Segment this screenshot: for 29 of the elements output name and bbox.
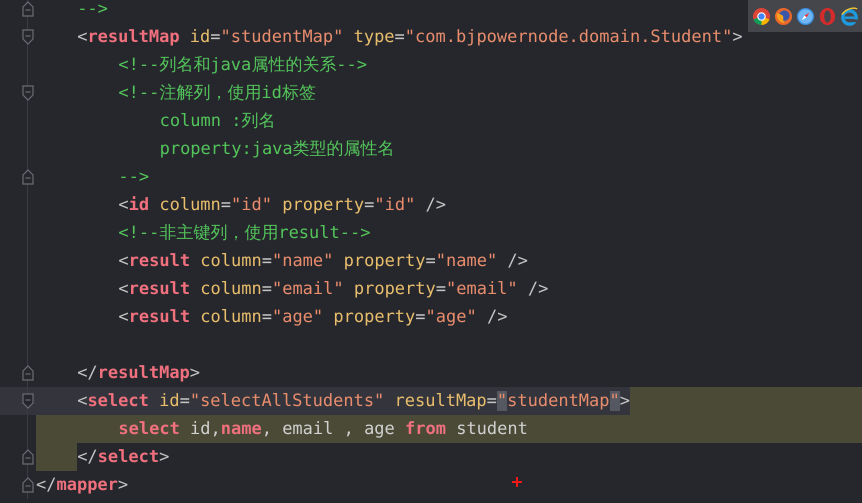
code-line: <resultMap id="studentMap" type="com.bjpowernode.domain.Student"> [77,26,743,49]
code-line: <result column="name" property="name" /> [118,250,528,273]
code-line: column :列名 [160,110,276,133]
code-line: property:java类型的属性名 [160,138,395,161]
code-line: <select id="selectAllStudents" resultMap="studentMap"> [77,390,630,413]
fold-icon[interactable] [22,169,34,185]
code-line: </mapper> [36,474,128,497]
fold-icon[interactable] [22,85,34,101]
fold-icon[interactable] [22,393,34,409]
code-line: <result column="age" property="age" /> [118,306,508,329]
code-line: --> [118,166,150,189]
code-line: <result column="email" property="email" /> [118,278,548,301]
browser-icon[interactable] [752,6,770,26]
fold-icon[interactable] [22,449,34,465]
fold-icon[interactable] [22,477,34,493]
code-line: </select> [77,446,170,469]
code-line: --> [77,0,108,21]
browser-icon[interactable] [774,6,792,26]
code-line: <!--注解列，使用id标签 [118,82,316,105]
code-line: </resultMap> [77,362,200,385]
fold-icon[interactable] [22,1,34,17]
compass-icon[interactable] [796,6,814,26]
fold-icon[interactable] [22,365,34,381]
letter-e-icon[interactable] [840,6,858,26]
plus-icon [512,477,522,487]
code-line: <!--列名和java属性的关系--> [118,54,367,77]
fold-icon[interactable] [22,29,34,45]
code-line: <!--非主键列，使用result--> [118,222,370,245]
code-line: <id column="id" property="id" /> [118,194,446,217]
